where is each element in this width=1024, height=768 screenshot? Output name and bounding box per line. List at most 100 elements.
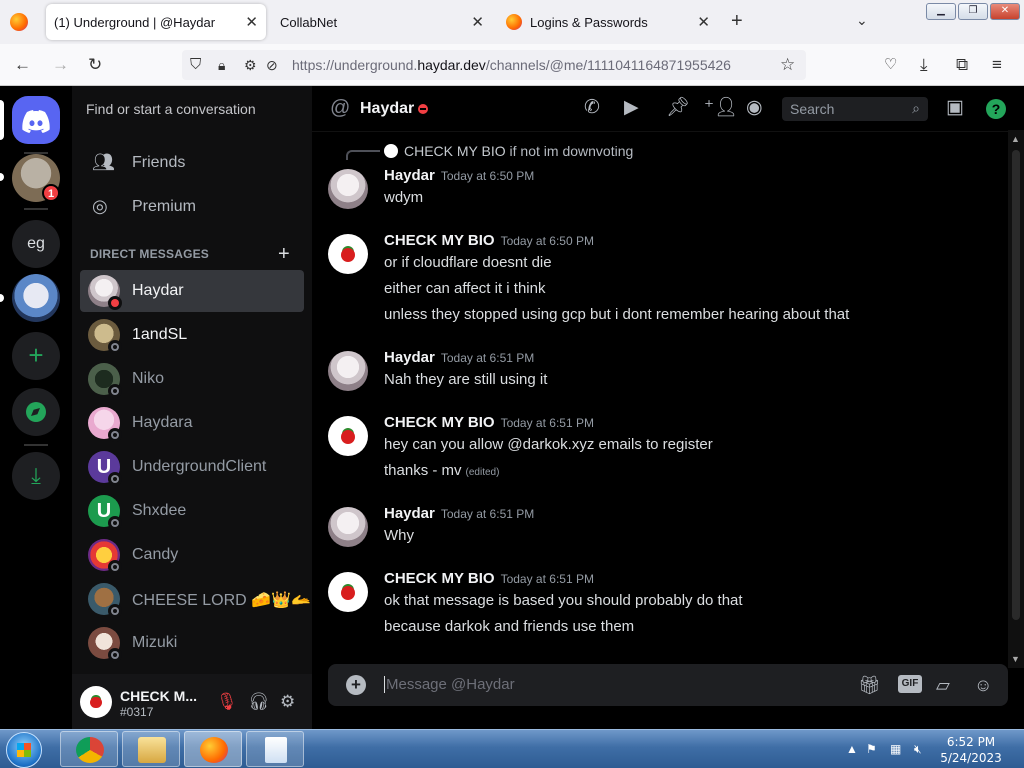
minimize-button[interactable]: ▁ [926, 3, 956, 20]
message-author[interactable]: Haydar [384, 349, 435, 366]
dm-item-shxdee[interactable]: U Shxdee [80, 490, 304, 532]
add-friends-icon[interactable]: ⁺👤︎ [704, 98, 738, 118]
add-attachment-icon[interactable]: + [346, 675, 366, 695]
explore-servers-button[interactable] [12, 388, 60, 436]
message-author[interactable]: CHECK MY BIO [384, 414, 495, 431]
tab-collabnet[interactable]: CollabNet ✕ [272, 4, 492, 40]
video-call-icon[interactable]: ▶︎ [624, 98, 639, 118]
message[interactable]: CHECK MY BIO Today at 6:50 PM or if cloud… [312, 232, 1012, 328]
server-icon-anime[interactable] [12, 274, 60, 322]
show-hidden-icons-icon[interactable]: ▲ [846, 742, 858, 756]
premium-label: Premium [132, 198, 197, 215]
download-apps-button[interactable]: ⤓ [12, 452, 60, 500]
network-icon[interactable]: ▦ [890, 742, 901, 756]
pocket-icon[interactable]: ♡ [884, 55, 897, 75]
chat-scrollbar[interactable]: ▲ ▼ [1008, 130, 1024, 668]
dm-item-candy[interactable]: Candy [80, 534, 304, 576]
address-bar[interactable]: ⛉ 🔒︎ ⚙ ⊘ https://underground.haydar.dev/… [182, 50, 806, 80]
voice-call-icon[interactable]: ✆ [584, 98, 600, 118]
avatar[interactable] [328, 507, 368, 547]
discord-home-button[interactable] [12, 96, 60, 144]
emoji-icon[interactable]: ☺ [974, 674, 992, 696]
message-input[interactable]: Message @Haydar [384, 676, 515, 693]
avatar[interactable] [328, 351, 368, 391]
find-conversation-search[interactable]: Find or start a conversation [80, 94, 304, 122]
taskbar-firefox[interactable] [184, 731, 242, 767]
message-text: either can affect it i think [384, 280, 546, 297]
taskbar-notepad[interactable] [246, 731, 304, 767]
gear-icon[interactable]: ⚙ [280, 692, 295, 712]
friends-nav-item[interactable]: 👥︎ Friends [80, 142, 304, 184]
shield-icon[interactable]: ⛉ [190, 55, 201, 75]
premium-nav-item[interactable]: ◎ Premium [80, 186, 304, 228]
firefox-menu-icon[interactable] [10, 13, 28, 31]
close-tab-icon[interactable]: ✕ [697, 13, 710, 31]
forward-arrow-icon[interactable]: → [52, 55, 69, 75]
start-button[interactable] [6, 732, 42, 768]
dm-item-mizuki[interactable]: Mizuki [80, 622, 304, 664]
add-server-button[interactable]: + [12, 332, 60, 380]
close-window-button[interactable]: ✕ [990, 3, 1020, 20]
tab-logins-passwords[interactable]: Logins & Passwords ✕ [498, 4, 718, 40]
dm-item-niko[interactable]: Niko [80, 358, 304, 400]
avatar[interactable] [328, 169, 368, 209]
message-composer[interactable]: + Message @Haydar 🎁︎ GIF ▱ ☺ [328, 664, 1008, 706]
message[interactable]: Haydar Today at 6:50 PM wdym [312, 167, 1012, 217]
help-icon[interactable]: ? [986, 99, 1006, 119]
chevron-down-icon[interactable]: ⌄ [856, 12, 868, 29]
download-icon[interactable]: ⤓ [920, 55, 928, 75]
dm-item-undergroundclient[interactable]: U UndergroundClient [80, 446, 304, 488]
flag-action-center-icon[interactable]: ⚑ [866, 742, 877, 756]
windows-taskbar: ▲ ⚑ ▦ 🔇︎ 6:52 PM 5/24/2023 [0, 729, 1024, 768]
tracking-off-icon[interactable]: ⊘ [266, 55, 278, 75]
lock-icon[interactable]: 🔒︎ [218, 55, 225, 75]
tab-underground[interactable]: (1) Underground | @Haydar ✕ [46, 4, 266, 40]
user-profile-icon[interactable]: ◉ [746, 98, 763, 118]
reply-preview[interactable]: CHECK MY BIO if not im downvoting [384, 143, 633, 159]
inbox-icon[interactable]: ▣ [946, 98, 964, 118]
message-author[interactable]: Haydar [384, 505, 435, 522]
new-tab-icon[interactable]: + [731, 11, 743, 31]
permissions-icon[interactable]: ⚙ [244, 55, 257, 75]
avatar[interactable] [328, 572, 368, 612]
scroll-up-icon[interactable]: ▲ [1011, 134, 1020, 144]
message[interactable]: Haydar Today at 6:51 PM Why [312, 505, 1012, 555]
message[interactable]: CHECK MY BIO Today at 6:51 PM ok that mes… [312, 570, 1012, 642]
avatar[interactable] [328, 416, 368, 456]
close-tab-icon[interactable]: ✕ [471, 13, 484, 31]
create-dm-plus-icon[interactable]: + [278, 244, 290, 264]
scroll-down-icon[interactable]: ▼ [1011, 654, 1020, 664]
taskbar-chrome[interactable] [60, 731, 118, 767]
message[interactable]: CHECK MY BIO Today at 6:51 PM hey can you… [312, 414, 1012, 486]
extensions-icon[interactable]: ⧉ [956, 55, 968, 75]
sticker-icon[interactable]: ▱ [936, 674, 950, 696]
dm-item-1andsl[interactable]: 1andSL [80, 314, 304, 356]
message-author[interactable]: CHECK MY BIO [384, 232, 495, 249]
nitro-icon: ◎ [92, 196, 108, 216]
user-avatar[interactable] [80, 686, 112, 718]
system-clock[interactable]: 6:52 PM 5/24/2023 [928, 734, 1014, 766]
reload-icon[interactable]: ↻ [88, 55, 102, 75]
dm-item-haydara[interactable]: Haydara [80, 402, 304, 444]
star-bookmark-icon[interactable]: ☆ [780, 55, 795, 75]
taskbar-explorer[interactable] [122, 731, 180, 767]
message-author[interactable]: CHECK MY BIO [384, 570, 495, 587]
message-author[interactable]: Haydar [384, 167, 435, 184]
dm-item-haydar[interactable]: Haydar [80, 270, 304, 312]
headphones-icon[interactable]: 🎧︎ [248, 692, 270, 712]
back-arrow-icon[interactable]: ← [14, 55, 31, 75]
close-tab-icon[interactable]: ✕ [245, 13, 258, 31]
gif-button[interactable]: GIF [898, 675, 922, 693]
volume-muted-icon[interactable]: 🔇︎ [914, 742, 922, 757]
message[interactable]: Haydar Today at 6:51 PM Nah they are stil… [312, 349, 1012, 399]
restore-button[interactable]: ❐ [958, 3, 988, 20]
server-icon-eg[interactable]: eg [12, 220, 60, 268]
hamburger-menu-icon[interactable]: ≡ [992, 55, 1002, 75]
mute-microphone-icon[interactable]: 🎙︎ [216, 692, 238, 712]
dm-item-cheese-lord[interactable]: CHEESE LORD 🧀👑🫴 [80, 578, 311, 620]
pinned-messages-icon[interactable]: 📌︎ [666, 98, 690, 118]
scrollbar-thumb[interactable] [1012, 150, 1020, 620]
header-search-input[interactable]: Search ⌕ [782, 97, 928, 121]
avatar[interactable] [328, 234, 368, 274]
gift-icon[interactable]: 🎁︎ [858, 674, 881, 696]
